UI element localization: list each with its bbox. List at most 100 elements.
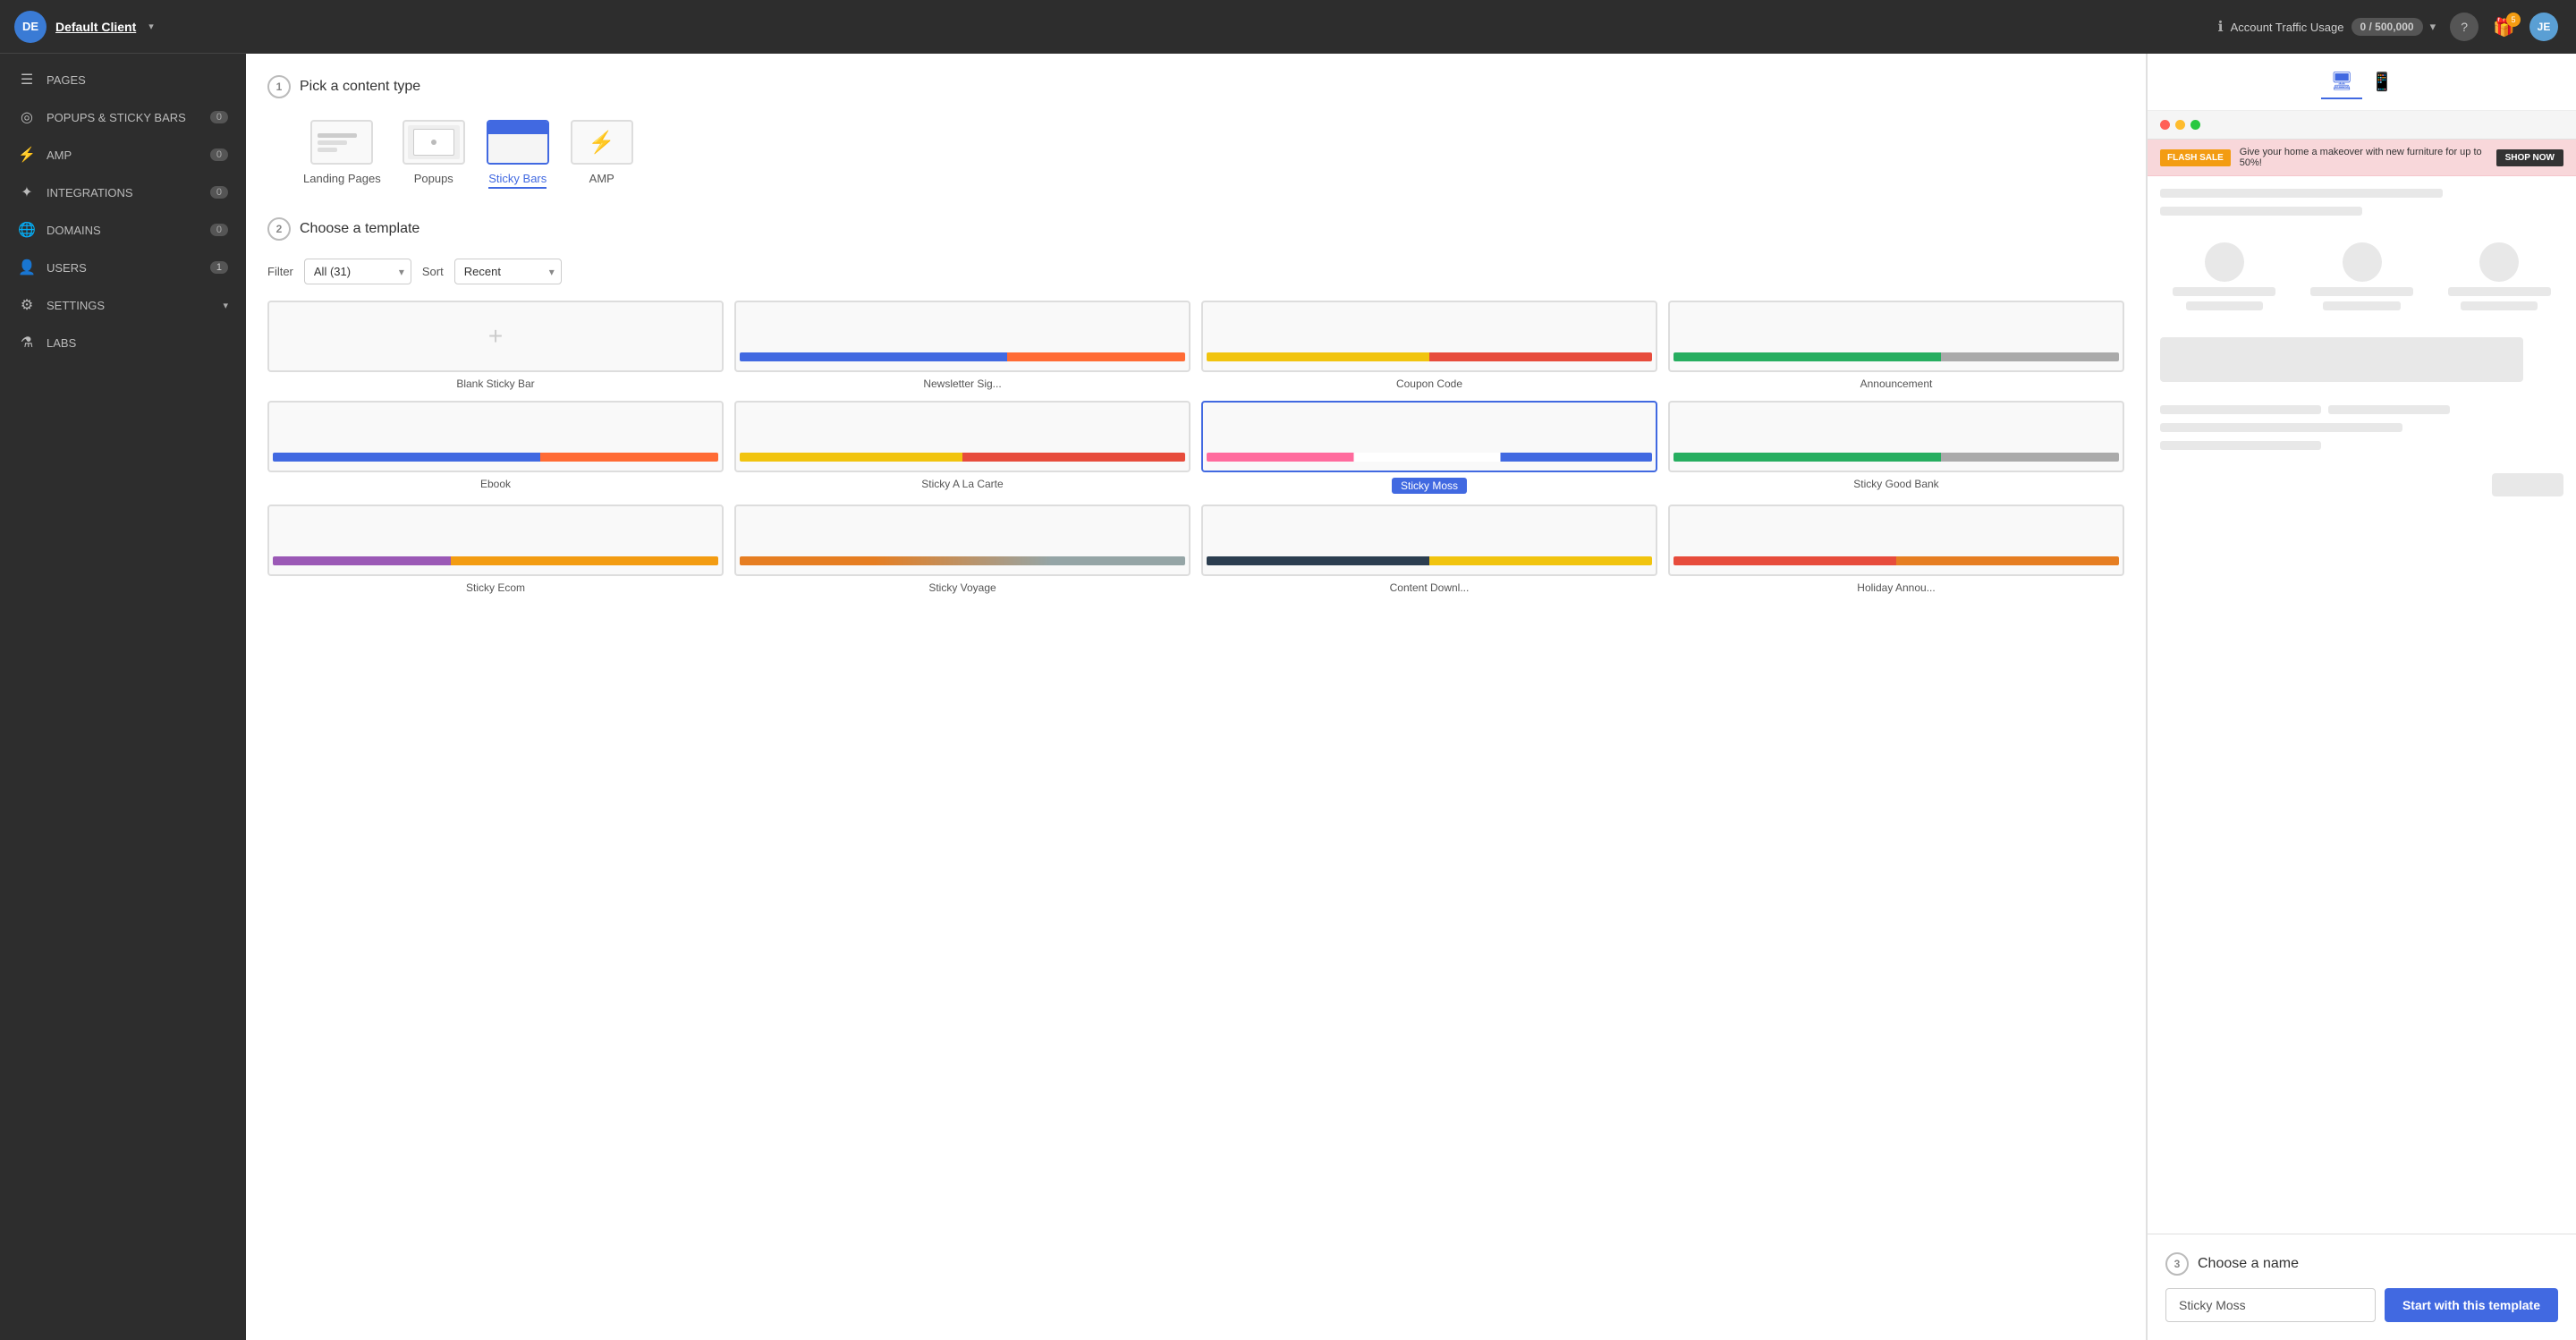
sidebar-item-amp[interactable]: ⚡ AMP 0 xyxy=(0,136,246,174)
sidebar-item-labs[interactable]: ⚗ LABS xyxy=(0,324,246,361)
sticky-bars-label: Sticky Bars xyxy=(488,172,547,189)
template-card-sticky-moss[interactable]: Sticky Moss xyxy=(1201,401,1657,494)
sidebar-item-domains[interactable]: 🌐 DOMAINS 0 xyxy=(0,211,246,249)
content-type-landing-pages[interactable]: Landing Pages xyxy=(300,116,385,192)
sidebar-item-popups[interactable]: ◎ POPUPS & STICKY BARS 0 xyxy=(0,98,246,136)
mobile-icon: 📱 xyxy=(2371,71,2394,93)
template-thumb-announcement xyxy=(1668,301,2124,372)
skeleton-button xyxy=(2492,473,2563,496)
content-type-popups[interactable]: Popups xyxy=(399,116,469,192)
preview-sticky-bar: FLASH SALE Give your home a makeover wit… xyxy=(2148,140,2576,176)
template-card-sticky-ecom[interactable]: Sticky Ecom xyxy=(267,505,724,594)
traffic-value: 0 / 500,000 xyxy=(2351,18,2423,36)
amp-bolt-icon: ⚡ xyxy=(589,130,615,156)
amp-thumb: ⚡ xyxy=(571,120,633,165)
template-label-coupon: Coupon Code xyxy=(1396,377,1462,390)
sale-text: Give your home a makeover with new furni… xyxy=(2240,147,2487,168)
template-card-coupon[interactable]: Coupon Code xyxy=(1201,301,1657,390)
client-avatar: DE xyxy=(14,11,47,43)
filter-label: Filter xyxy=(267,265,293,278)
settings-chevron-icon: ▾ xyxy=(223,300,228,311)
skeleton-circle-2 xyxy=(2343,242,2382,282)
template-thumb-coupon xyxy=(1201,301,1657,372)
user-avatar[interactable]: JE xyxy=(2529,13,2558,41)
template-card-sticky-a-la-carte[interactable]: Sticky A La Carte xyxy=(734,401,1191,494)
domains-badge: 0 xyxy=(210,224,228,236)
desktop-icon: 🖥 xyxy=(2330,70,2352,92)
settings-icon: ⚙ xyxy=(18,296,36,314)
skeleton-line-4 xyxy=(2160,423,2402,432)
integrations-icon: ✦ xyxy=(18,183,36,201)
sidebar-label-domains: DOMAINS xyxy=(47,224,199,237)
skeleton-line-5 xyxy=(2160,441,2321,450)
pages-icon: ☰ xyxy=(18,71,36,89)
skeleton-line-3 xyxy=(2160,337,2523,382)
skeleton-line-1 xyxy=(2160,189,2443,198)
sidebar-item-pages[interactable]: ☰ PAGES xyxy=(0,61,246,98)
browser-dot-yellow xyxy=(2175,120,2185,130)
users-icon: 👤 xyxy=(18,259,36,276)
landing-pages-thumb xyxy=(310,120,373,165)
shop-now-button: SHOP NOW xyxy=(2496,149,2563,166)
template-card-blank[interactable]: + Blank Sticky Bar xyxy=(267,301,724,390)
step1-header: 1 Pick a content type xyxy=(267,75,2124,98)
template-thumb-content-downl xyxy=(1201,505,1657,576)
device-toggle-row: 🖥 📱 xyxy=(2148,54,2576,111)
skeleton-circle-3 xyxy=(2479,242,2519,282)
filter-sort-row: Filter All (31) Sort Recent xyxy=(267,259,2124,284)
main-area: ℹ Account Traffic Usage 0 / 500,000 ▾ ? … xyxy=(246,0,2576,1340)
template-grid: + Blank Sticky Bar Newsletter Sig... xyxy=(267,301,2124,594)
template-label-sticky-moss: Sticky Moss xyxy=(1392,478,1467,494)
integrations-badge: 0 xyxy=(210,186,228,199)
sidebar-item-integrations[interactable]: ✦ INTEGRATIONS 0 xyxy=(0,174,246,211)
preview-panel: 🖥 📱 FLASH SALE Give your home a makeover… xyxy=(2147,54,2576,1340)
template-card-sticky-voyage[interactable]: Sticky Voyage xyxy=(734,505,1191,594)
template-thumb-sticky-a-la-carte xyxy=(734,401,1191,472)
landing-pages-label: Landing Pages xyxy=(303,172,381,185)
amp-label: AMP xyxy=(589,172,614,185)
sort-select[interactable]: Recent xyxy=(454,259,562,284)
template-card-announcement[interactable]: Announcement xyxy=(1668,301,2124,390)
template-label-announcement: Announcement xyxy=(1860,377,1933,390)
mobile-device-button[interactable]: 📱 xyxy=(2362,64,2402,99)
users-badge: 1 xyxy=(210,261,228,274)
gift-icon[interactable]: 🎁5 xyxy=(2493,16,2515,38)
name-input-row: Start with this template xyxy=(2165,1288,2558,1322)
template-thumb-blank: + xyxy=(267,301,724,372)
skeleton-cards-row xyxy=(2160,242,2563,310)
popups-thumb xyxy=(402,120,465,165)
client-name[interactable]: Default Client xyxy=(55,20,136,34)
template-thumb-holiday-annou xyxy=(1668,505,2124,576)
template-label-content-downl: Content Downl... xyxy=(1390,581,1470,594)
sidebar-label-labs: LABS xyxy=(47,336,228,350)
content-type-sticky-bars[interactable]: Sticky Bars xyxy=(483,116,553,192)
template-label-ebook: Ebook xyxy=(480,478,511,490)
choose-name-section: 3 Choose a name Start with this template xyxy=(2148,1234,2576,1340)
browser-chrome xyxy=(2148,111,2576,140)
step2-header: 2 Choose a template xyxy=(267,217,2124,241)
sidebar-item-settings[interactable]: ⚙ SETTINGS ▾ xyxy=(0,286,246,324)
template-card-ebook[interactable]: Ebook xyxy=(267,401,724,494)
client-chevron-icon[interactable]: ▾ xyxy=(148,21,154,32)
sticky-bars-thumb xyxy=(487,120,549,165)
template-thumb-sticky-moss xyxy=(1201,401,1657,472)
template-thumb-ebook xyxy=(267,401,724,472)
template-thumb-sticky-voyage xyxy=(734,505,1191,576)
template-card-sticky-good-bank[interactable]: Sticky Good Bank xyxy=(1668,401,2124,494)
filter-select[interactable]: All (31) xyxy=(304,259,411,284)
amp-icon: ⚡ xyxy=(18,146,36,164)
step2-title: Choose a template xyxy=(300,221,419,237)
template-card-holiday-annou[interactable]: Holiday Annou... xyxy=(1668,505,2124,594)
desktop-device-button[interactable]: 🖥 xyxy=(2321,64,2361,99)
help-button[interactable]: ? xyxy=(2450,13,2479,41)
template-card-content-downl[interactable]: Content Downl... xyxy=(1201,505,1657,594)
template-name-input[interactable] xyxy=(2165,1288,2376,1322)
content-type-amp[interactable]: ⚡ AMP xyxy=(567,116,637,192)
start-template-button[interactable]: Start with this template xyxy=(2385,1288,2558,1322)
template-card-newsletter[interactable]: Newsletter Sig... xyxy=(734,301,1191,390)
filter-select-wrapper: All (31) xyxy=(304,259,411,284)
preview-browser: FLASH SALE Give your home a makeover wit… xyxy=(2148,111,2576,1234)
traffic-chevron-icon[interactable]: ▾ xyxy=(2430,20,2436,34)
sidebar-item-users[interactable]: 👤 USERS 1 xyxy=(0,249,246,286)
sidebar-label-pages: PAGES xyxy=(47,73,228,87)
